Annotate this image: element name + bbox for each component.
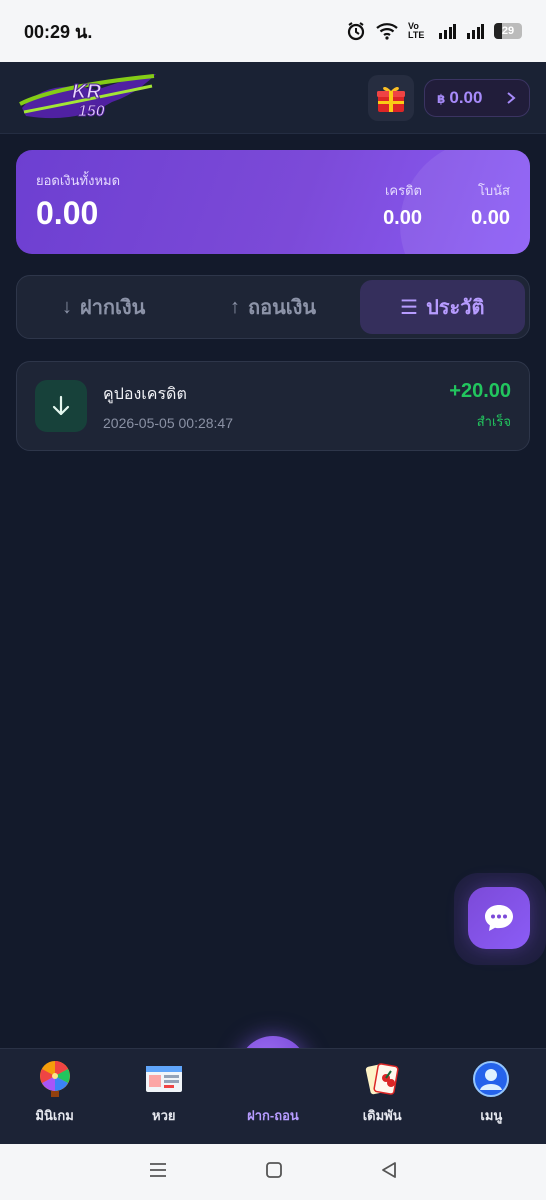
chevron-right-icon [507, 91, 516, 104]
status-bar: 00:29 น. Vo LTE 29 [0, 0, 546, 62]
nav-lottery[interactable]: หวย [114, 1059, 214, 1126]
bottom-nav: มินิเกม หวย ฝาก-ถอน เดิมพัน เมนู [0, 1048, 546, 1144]
nav-minigame-label: มินิเกม [35, 1108, 74, 1123]
tab-withdraw-label: ถอนเงิน [247, 297, 317, 319]
bonus-balance: โบนัส 0.00 [471, 180, 510, 230]
svg-text:KR: KR [72, 81, 101, 103]
nav-betting-label: เดิมพัน [362, 1108, 402, 1123]
transaction-amount-group: +20.00 สำเร็จ [449, 380, 511, 432]
balance-amount: 0.00 [449, 87, 483, 107]
alarm-icon [346, 21, 366, 41]
nav-menu[interactable]: เมนู [441, 1059, 541, 1126]
credit-value: 0.00 [383, 207, 422, 229]
list-icon: ☰ [400, 296, 419, 319]
tab-history-label: ประวัติ [426, 297, 485, 319]
wifi-icon [376, 22, 398, 40]
transaction-item[interactable]: คูปองเครดิต 2026-05-05 00:28:47 +20.00 ส… [16, 361, 530, 451]
nav-menu-label: เมนู [480, 1108, 503, 1123]
tab-history[interactable]: ☰ ประวัติ [359, 280, 525, 334]
lottery-ticket-icon [144, 1059, 184, 1099]
nav-minigame[interactable]: มินิเกม [5, 1059, 105, 1126]
nav-lottery-label: หวย [152, 1108, 176, 1123]
recents-icon[interactable] [148, 1161, 168, 1184]
system-nav-bar [0, 1144, 546, 1200]
tab-deposit-label: ฝากเงิน [79, 297, 146, 319]
transaction-datetime: 2026-05-05 00:28:47 [103, 414, 233, 431]
svg-text:150: 150 [78, 103, 105, 120]
arrow-up-icon: ↑ [229, 295, 240, 318]
user-icon [471, 1059, 511, 1099]
signal-icon-1 [438, 23, 456, 39]
wallet-tabs: ↓ ฝากเงิน ↑ ถอนเงิน ☰ ประวัติ [16, 275, 530, 339]
chat-button[interactable] [468, 887, 530, 949]
tab-withdraw[interactable]: ↑ ถอนเงิน [190, 280, 355, 334]
tab-deposit[interactable]: ↓ ฝากเงิน [21, 280, 186, 334]
header-actions: ฿ 0.00 [368, 74, 530, 121]
nav-betting[interactable]: เดิมพัน [332, 1059, 432, 1126]
status-icons: Vo LTE 29 [346, 21, 522, 41]
back-icon[interactable] [380, 1161, 398, 1184]
transaction-info: คูปองเครดิต 2026-05-05 00:28:47 [103, 382, 449, 431]
home-icon[interactable] [265, 1161, 283, 1184]
arrow-down-icon: ↓ [61, 295, 72, 318]
balance-amount-group: ฿ 0.00 [437, 88, 482, 108]
gift-icon [377, 86, 405, 112]
nav-center-spacer [253, 1059, 293, 1099]
transaction-title: คูปองเครดิต [103, 385, 187, 403]
credit-balance: เครดิต 0.00 [383, 180, 422, 230]
chat-bubble-icon [485, 905, 513, 931]
currency-symbol: ฿ [437, 91, 446, 106]
nav-deposit-withdraw[interactable]: ฝาก-ถอน [223, 1059, 323, 1126]
total-balance-card: ยอดเงินทั้งหมด 0.00 เครดิต 0.00 โบนัส 0.… [16, 150, 530, 254]
signal-icon-2 [466, 23, 484, 39]
transaction-amount: +20.00 [449, 380, 511, 402]
balance-pill-button[interactable]: ฿ 0.00 [424, 78, 530, 117]
bonus-label: โบนัส [477, 183, 510, 198]
battery-icon: 29 [494, 23, 522, 39]
transaction-type-icon [35, 380, 87, 432]
credit-label: เครดิต [384, 183, 422, 198]
transaction-status: สำเร็จ [476, 414, 511, 429]
status-time: 00:29 น. [24, 21, 93, 42]
volte-icon: Vo LTE [408, 21, 425, 40]
brand-logo[interactable]: KR 150 [16, 68, 160, 128]
gift-button[interactable] [368, 74, 414, 121]
arrow-down-icon [52, 395, 70, 416]
cards-icon [362, 1059, 402, 1099]
wheel-icon [35, 1059, 75, 1099]
nav-deposit-withdraw-label: ฝาก-ถอน [247, 1108, 299, 1123]
bonus-value: 0.00 [471, 207, 510, 229]
app-header: KR 150 ฿ 0.00 [0, 62, 546, 134]
